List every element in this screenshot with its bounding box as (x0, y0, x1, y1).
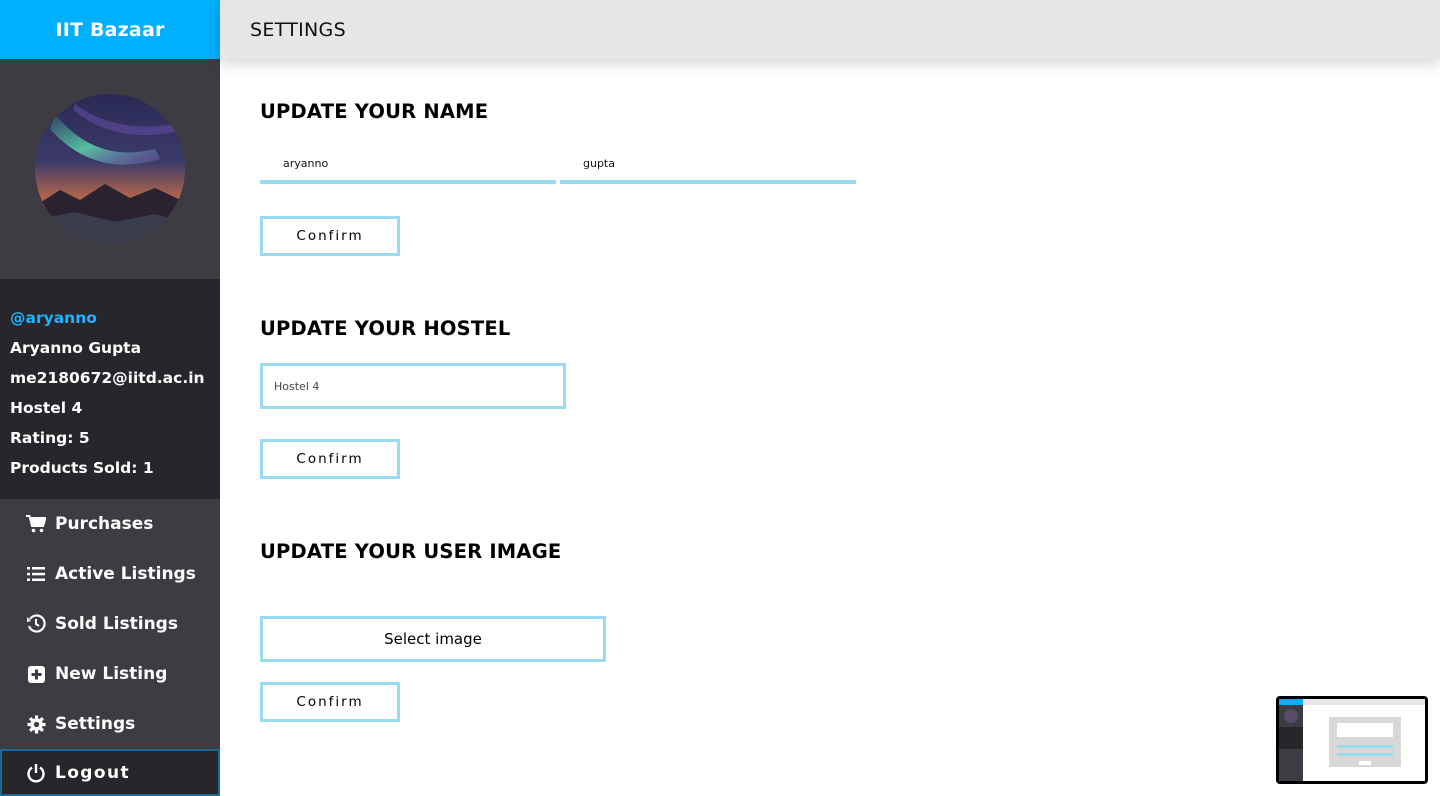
sidebar-item-sold-listings[interactable]: Sold Listings (0, 599, 220, 649)
gear-icon (25, 713, 47, 735)
hostel-section-title: UPDATE YOUR HOSTEL (260, 317, 511, 340)
preview-image (1279, 699, 1425, 781)
brand-logo[interactable]: IIT Bazaar (0, 0, 220, 59)
profile-email: me2180672@iitd.ac.in (10, 369, 205, 387)
sidebar-item-settings[interactable]: Settings (0, 699, 220, 749)
logout-label: Logout (55, 762, 130, 783)
sidebar-item-label: New Listing (55, 664, 168, 684)
sidebar-item-label: Sold Listings (55, 614, 178, 634)
image-section-title: UPDATE YOUR USER IMAGE (260, 540, 562, 563)
first-name-input[interactable] (260, 146, 556, 184)
sidebar-item-purchases[interactable]: Purchases (0, 499, 220, 549)
sidebar: IIT Bazaar @aryanno Aryanno Gupta me2180… (0, 0, 220, 796)
profile-info: @aryanno Aryanno Gupta me2180672@iitd.ac… (0, 279, 220, 499)
avatar (35, 94, 185, 244)
hostel-input[interactable] (260, 363, 566, 409)
select-image-button[interactable]: Select image (260, 616, 606, 662)
logout-button[interactable]: Logout (0, 749, 220, 796)
history-icon (25, 613, 47, 635)
confirm-hostel-button[interactable]: Confirm (260, 439, 400, 479)
profile-name: Aryanno Gupta (10, 339, 142, 357)
last-name-input[interactable] (560, 146, 856, 184)
profile-hostel: Hostel 4 (10, 399, 83, 417)
cart-icon (25, 513, 47, 535)
profile-handle[interactable]: @aryanno (10, 303, 210, 333)
sidebar-nav: Purchases Active Listings Sold Listings … (0, 499, 220, 749)
sidebar-item-label: Purchases (55, 514, 154, 534)
page-title: SETTINGS (250, 18, 346, 41)
power-icon (25, 762, 47, 784)
name-section-title: UPDATE YOUR NAME (260, 100, 489, 123)
profile-rating: Rating: 5 (10, 429, 90, 447)
avatar-container (0, 59, 220, 279)
confirm-name-button[interactable]: Confirm (260, 216, 400, 256)
confirm-image-button[interactable]: Confirm (260, 682, 400, 722)
avatar-image (35, 94, 185, 244)
screen-preview-thumbnail[interactable] (1276, 696, 1428, 784)
sidebar-item-new-listing[interactable]: New Listing (0, 649, 220, 699)
plus-square-icon (25, 663, 47, 685)
sidebar-item-label: Settings (55, 714, 136, 734)
top-header: SETTINGS (220, 0, 1440, 59)
sidebar-item-label: Active Listings (55, 564, 196, 584)
list-icon (25, 563, 47, 585)
sidebar-item-active-listings[interactable]: Active Listings (0, 549, 220, 599)
profile-products-sold: Products Sold: 1 (10, 459, 154, 477)
